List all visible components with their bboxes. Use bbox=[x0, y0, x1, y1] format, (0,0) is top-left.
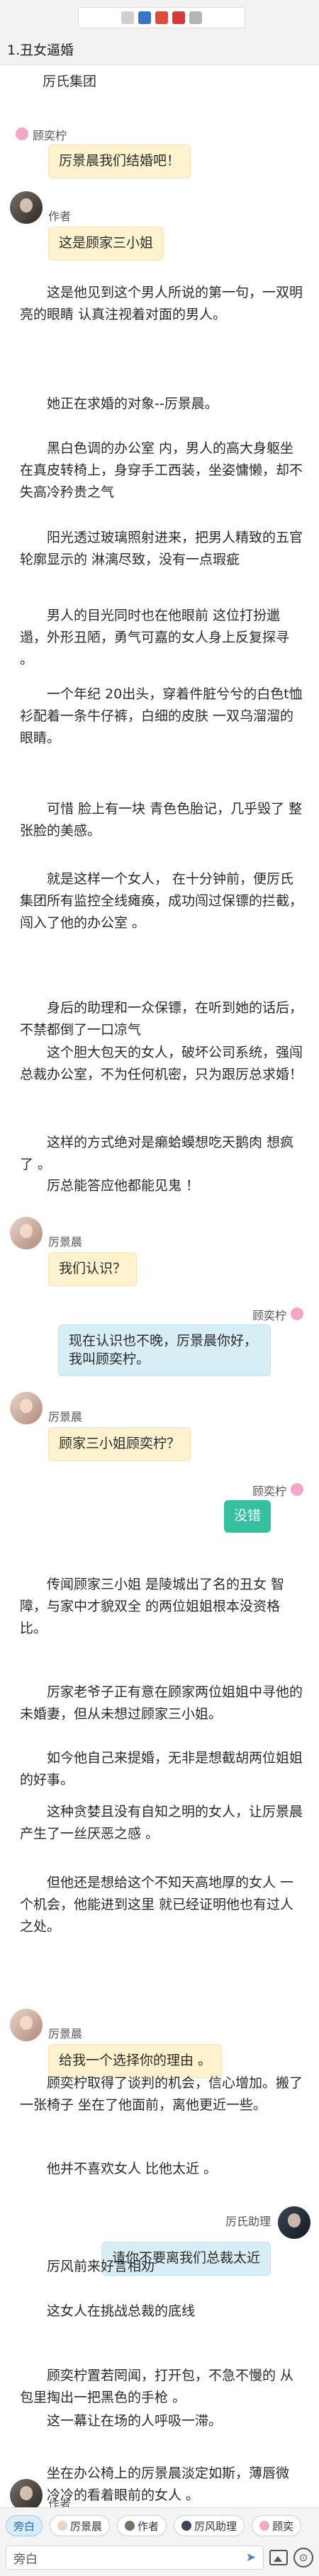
narration-paragraph: 这样的方式绝对是癞蛤蟆想吃天鹅肉 想疯了 。 bbox=[20, 1135, 294, 1172]
message-right: 顾奕柠现在认识也不晚，厉景晨你好，我叫顾奕柠。 bbox=[0, 1305, 319, 1390]
narration-paragraph: 他并不喜欢女人 比他太近 。 bbox=[47, 2161, 218, 2177]
input-row: 旁白 ➤ ⊙ bbox=[6, 2545, 313, 2570]
avatar[interactable] bbox=[278, 2206, 310, 2239]
chat-bubble: 厉景晨我们结婚吧！ bbox=[48, 144, 191, 178]
message-right: 厉氏助理 请你不要离我们总裁太近 bbox=[0, 2206, 319, 2291]
share-icon-5[interactable] bbox=[189, 11, 202, 24]
avatar-face bbox=[288, 2213, 301, 2228]
narration-paragraph: 身后的助理和一众保镖，在听到她的话后，不禁都倒了一口凉气 bbox=[20, 1000, 303, 1038]
share-icon-2[interactable] bbox=[138, 11, 151, 24]
org-label: 厉氏集团 bbox=[43, 74, 97, 89]
chip-author[interactable]: 作者 bbox=[117, 2515, 167, 2536]
speaker-chips: 旁白 厉景晨 作者 厉风助理 顾奕 bbox=[6, 2515, 302, 2536]
speaker-name: 厉景晨 bbox=[48, 1235, 83, 1249]
narration-paragraph: 男人的目光同时也在他眼前 这位打扮邋遢，外形丑陋，勇气可嘉的女人身上反复探寻 。 bbox=[20, 608, 290, 667]
narration-paragraph: 顾奕柠取得了谈判的机会，信心增加。搬了一张椅子 坐在了他面前，离他更近一些。 bbox=[20, 2075, 303, 2113]
share-icon-1[interactable] bbox=[121, 11, 134, 24]
chat-bubble: 我们认识？ bbox=[48, 1252, 138, 1286]
narration-paragraph: 就是这样一个女人， 在十分钟前，便厉氏集团所有监控全线瘫痪，成功闯过保镖的拦截，… bbox=[20, 871, 303, 931]
narration-paragraph: 传闻顾家三小姐 是陵城出了名的丑女 智障，与家中才貌双全 的两位姐姐根本没资格比… bbox=[20, 1577, 285, 1636]
speaker-name: 厉氏助理 bbox=[225, 2215, 271, 2228]
avatar[interactable] bbox=[10, 191, 43, 224]
top-bar: 1.丑女逼婚 bbox=[0, 0, 319, 65]
chapter-title: 1.丑女逼婚 bbox=[7, 42, 74, 58]
image-icon[interactable] bbox=[269, 2550, 288, 2565]
share-icon-3[interactable] bbox=[155, 11, 168, 24]
message-input[interactable]: 旁白 ➤ bbox=[6, 2546, 264, 2570]
speaker-name: 顾奕柠 bbox=[33, 129, 67, 142]
narration-paragraph: 黑白色调的办公室 内，男人的高大身躯坐在真皮转椅上，身穿手工西装，坐姿慵懒，却不… bbox=[20, 441, 303, 500]
chip-assistant[interactable]: 厉风助理 bbox=[174, 2515, 245, 2536]
narration-paragraph: 如今他自己来提婚，无非是想截胡两位姐姐的好事。 bbox=[20, 1750, 303, 1788]
message-left: 厉景晨顾家三小姐顾奕柠？ bbox=[0, 1392, 319, 1477]
avatar[interactable] bbox=[16, 127, 28, 140]
chat-bubble: 这是顾家三小姐 bbox=[48, 227, 164, 261]
message-right: 顾奕柠没错 bbox=[0, 1480, 319, 1565]
avatar[interactable] bbox=[291, 1483, 303, 1496]
narration-paragraph: 这女人在挑战总裁的底线 bbox=[47, 2303, 196, 2319]
chat-bubble: 没错 bbox=[223, 1500, 271, 1533]
narration-paragraph: 厉总能答应他都能见鬼 ！ bbox=[47, 1178, 200, 1193]
chip-li-jingchen[interactable]: 厉景晨 bbox=[50, 2515, 111, 2536]
narration-paragraph: 这是他见到这个男人所说的第一句，一双明亮的眼睛 认真注视着对面的男人。 bbox=[20, 285, 303, 322]
avatar bbox=[181, 2521, 192, 2531]
chat-bubble: 顾家三小姐顾奕柠？ bbox=[48, 1427, 191, 1461]
speaker-name: 顾奕柠 bbox=[252, 1485, 286, 1498]
narration-paragraph: 这种贪婪且没有自知之明的女人，让厉景晨产生了一丝厌恶之感 。 bbox=[20, 1804, 303, 1842]
avatar bbox=[259, 2521, 270, 2531]
speaker-name: 作者 bbox=[48, 210, 72, 223]
message-left: 作者 这是顾家三小姐 bbox=[0, 191, 319, 276]
narration-paragraph: 一个年纪 20出头，穿着件脏兮兮的白色t恤衫配着一条牛仔裤，白细的皮肤 一双乌溜… bbox=[20, 686, 303, 746]
avatar[interactable] bbox=[10, 2009, 43, 2041]
avatar[interactable] bbox=[10, 1217, 43, 1249]
narration-paragraph: 这个胆大包天的女人，破坏公司系统，强闯总裁办公室，不为任何机密，只为跟厉总求婚！ bbox=[20, 1045, 303, 1082]
narration-paragraph: 顾奕柠置若罔闻，打开包，不急不慢的 从包里掏出一把黑色的手枪 。 bbox=[20, 2368, 294, 2405]
send-icon[interactable]: ➤ bbox=[246, 2551, 256, 2565]
bottom-bar: 旁白 厉景晨 作者 厉风助理 顾奕 旁白 ➤ ⊙ bbox=[0, 2507, 319, 2576]
message-left: 厉景晨我们认识？ bbox=[0, 1217, 319, 1302]
chip-narration[interactable]: 旁白 bbox=[6, 2515, 43, 2536]
avatar-face bbox=[20, 1224, 33, 1238]
avatar-face bbox=[20, 2486, 33, 2500]
narration-paragraph: 她正在求婚的对象--厉景晨。 bbox=[47, 396, 218, 412]
narration-paragraph: 阳光透过玻璃照射进来，把男人精致的五官轮廓显示的 淋漓尽致，没有一点瑕疵 bbox=[20, 530, 303, 567]
microphone-icon[interactable]: ⊙ bbox=[293, 2548, 313, 2568]
share-strip bbox=[78, 7, 245, 28]
chat-bubble: 现在认识也不晚，厉景晨你好，我叫顾奕柠。 bbox=[58, 1324, 271, 1377]
avatar-face bbox=[20, 198, 33, 212]
speaker-name: 厉景晨 bbox=[48, 1410, 83, 1424]
avatar bbox=[125, 2521, 135, 2531]
narration-paragraph: 这一幕让在场的人呼吸一滞。 bbox=[47, 2413, 223, 2429]
share-icon-4[interactable] bbox=[172, 11, 185, 24]
avatar[interactable] bbox=[291, 1307, 303, 1320]
avatar-face bbox=[20, 1399, 33, 1413]
avatar[interactable] bbox=[10, 1392, 43, 1424]
avatar-face bbox=[20, 2016, 33, 2030]
narration-paragraph: 厉家老爷子正有意在顾家两位姐姐中寻他的未婚妻，但从未想过顾家三小姐。 bbox=[20, 1684, 303, 1722]
narration-paragraph: 厉风前来好言相劝 bbox=[47, 2259, 155, 2274]
chip-gu-yining[interactable]: 顾奕 bbox=[252, 2515, 302, 2536]
speaker-name: 顾奕柠 bbox=[252, 1309, 286, 1322]
narration-paragraph: 可惜 脸上有一块 青色色胎记，几乎毁了 整张脸的美感。 bbox=[20, 801, 303, 839]
speaker-name: 厉景晨 bbox=[48, 2027, 83, 2041]
avatar bbox=[57, 2521, 68, 2531]
narration-paragraph: 但他还是想给这个不知天高地厚的女人 一个机会，他能进到这里 就已经证明他也有过人… bbox=[20, 1875, 294, 1934]
